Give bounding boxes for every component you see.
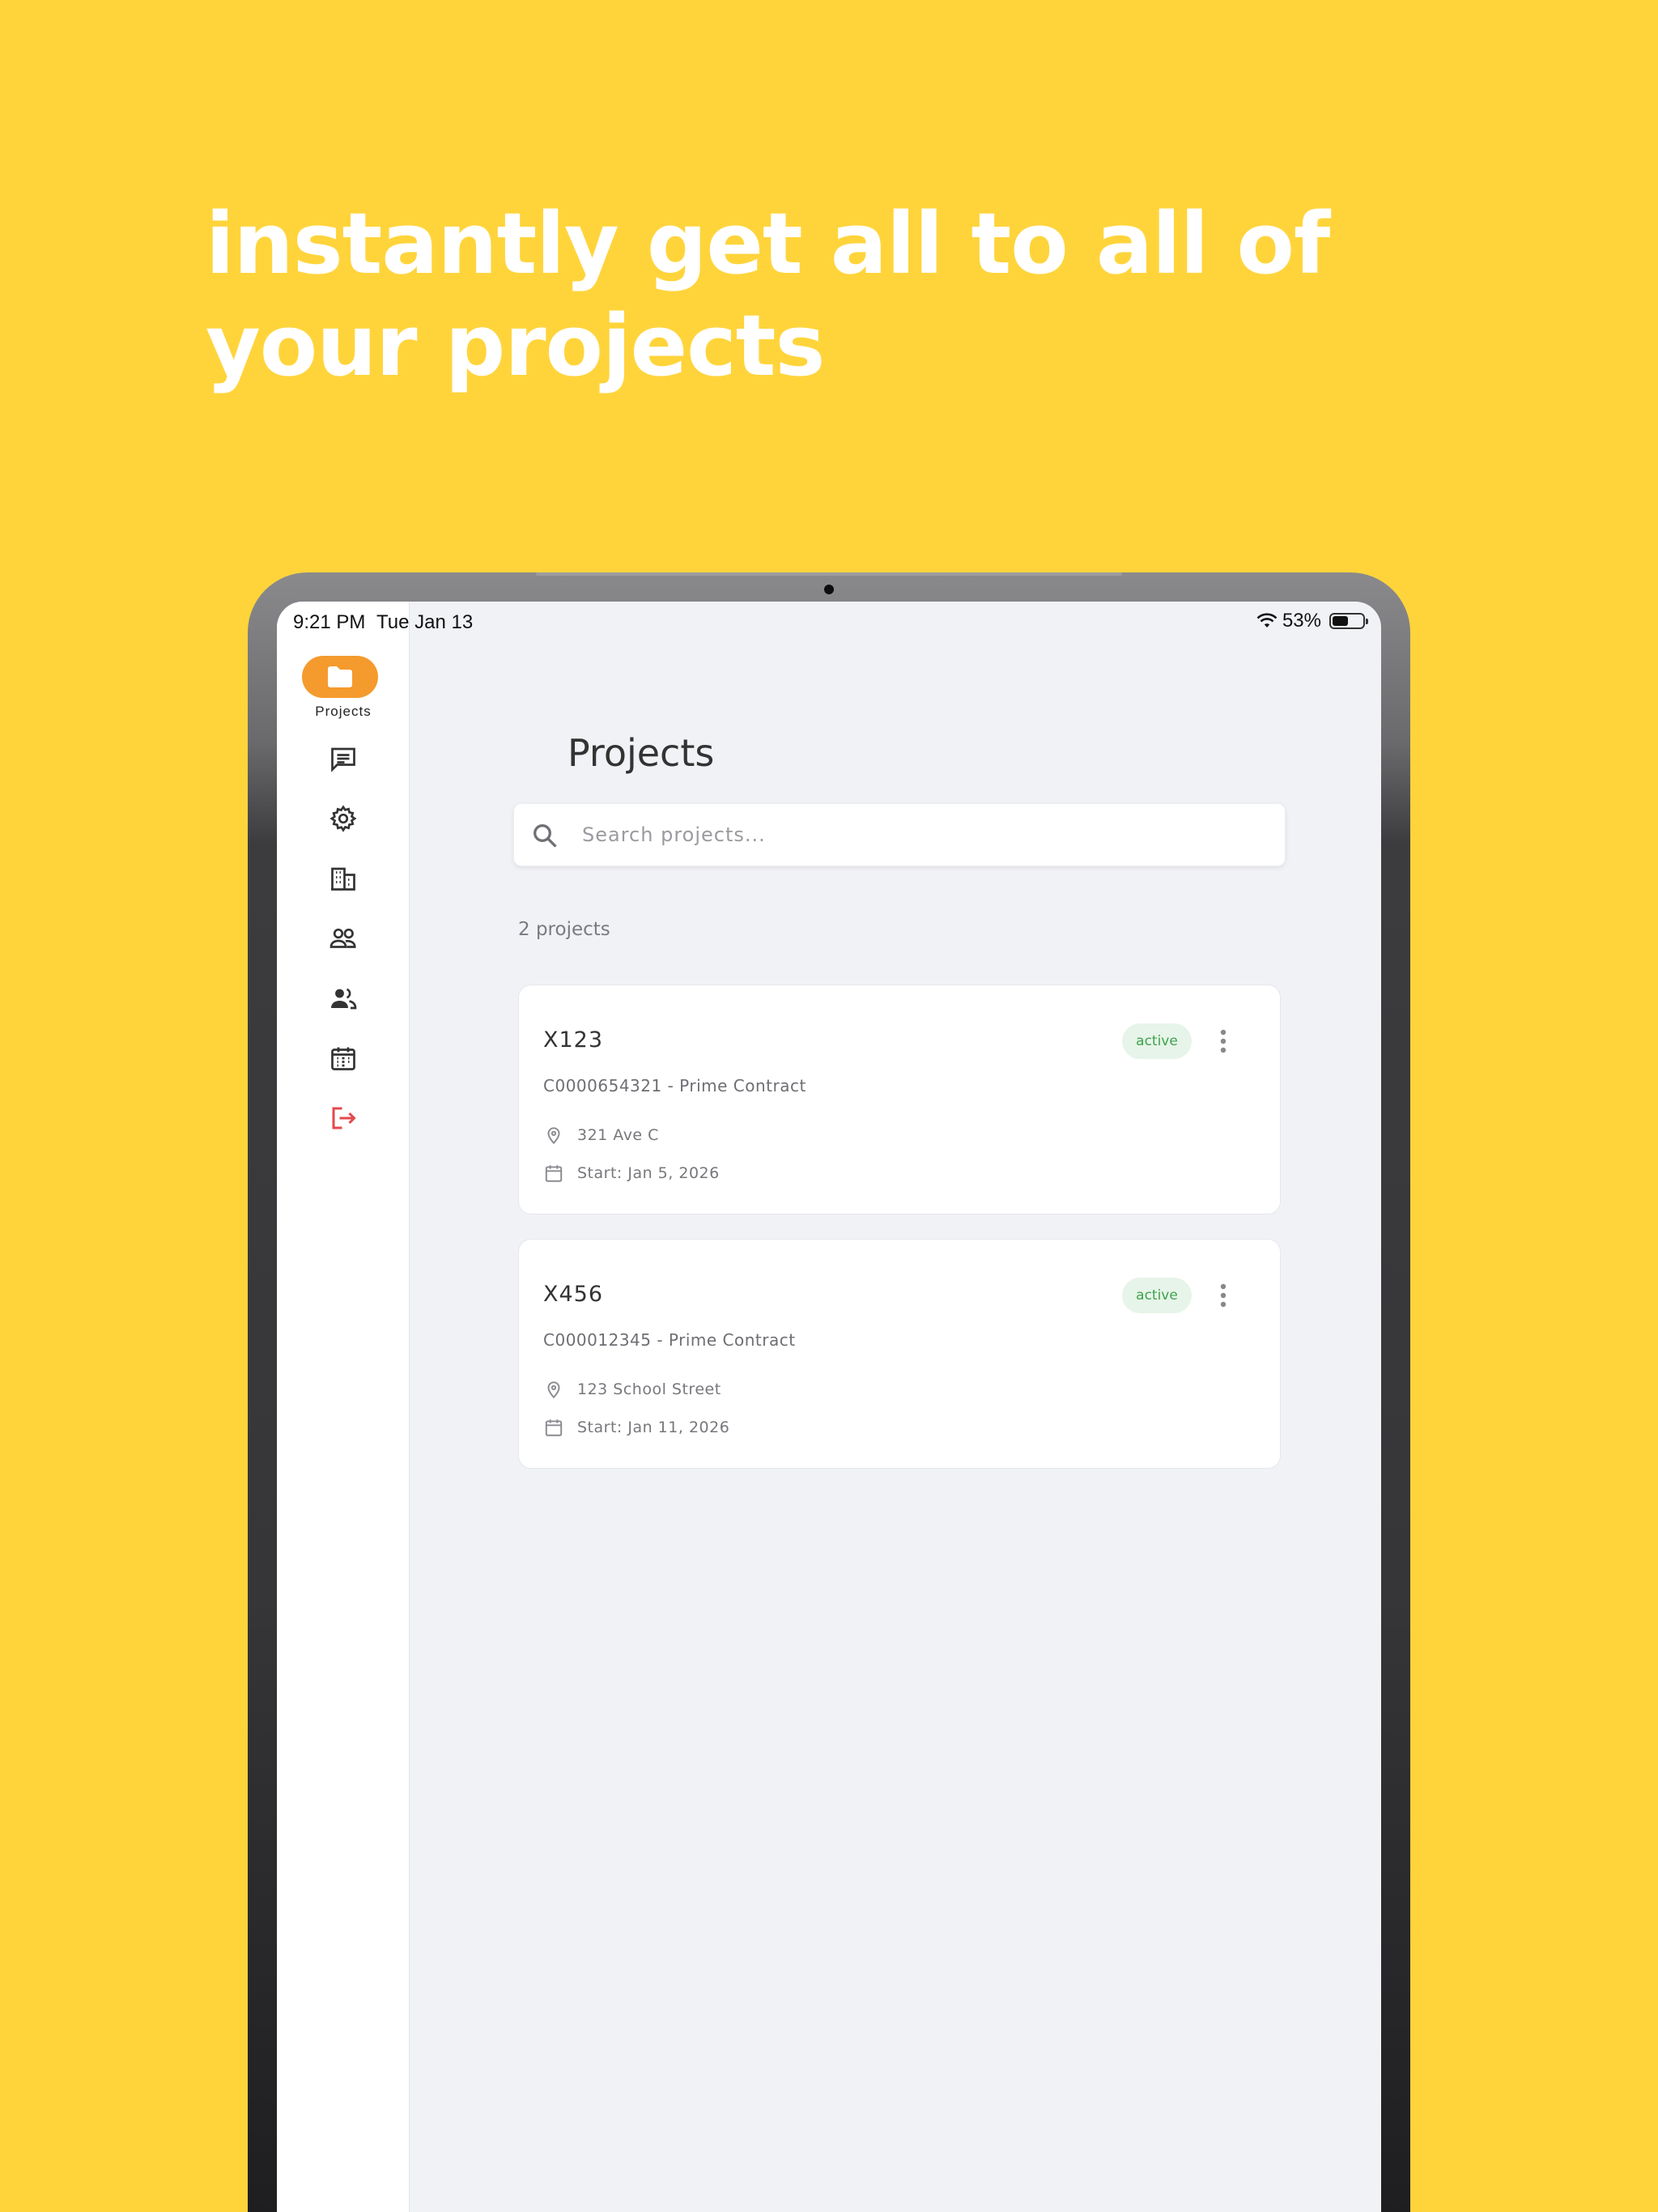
tablet-frame: Projects 9:21 PM Tue Jan 13 53% Projects… [248,572,1410,2212]
app-screen: Projects 9:21 PM Tue Jan 13 53% Projects… [277,602,1381,2212]
project-name: X123 [543,1027,604,1053]
people-icon [331,988,357,1010]
search-bar [513,803,1286,866]
device-edge [536,572,1122,576]
folder-icon [328,666,352,687]
status-date: Tue Jan 13 [376,611,474,633]
project-address-row: 123 School Street [543,1379,721,1400]
project-contract: C000012345 - Prime Contract [543,1330,796,1350]
location-pin-icon [547,1381,560,1399]
status-time: 9:21 PM [293,611,366,633]
project-address: 123 School Street [577,1380,721,1398]
battery-level [1333,616,1349,626]
gear-icon [329,805,357,832]
sidebar-item-settings[interactable] [319,794,368,843]
project-address: 321 Ave C [577,1126,659,1144]
status-indicators: 53% [1256,610,1368,632]
project-start-row: Start: Jan 5, 2026 [543,1163,720,1184]
messages-icon [331,747,355,772]
project-card[interactable]: X456 C000012345 - Prime Contract active … [518,1239,1281,1469]
project-start-date: Start: Jan 11, 2026 [577,1419,730,1436]
more-options-button[interactable] [1207,1276,1239,1315]
calendar-icon [331,1047,355,1070]
more-options-button[interactable] [1207,1022,1239,1061]
sidebar-item-companies[interactable] [319,854,368,903]
sidebar-item-messages[interactable] [319,734,368,783]
calendar-small-icon [545,1419,563,1436]
project-start-date: Start: Jan 5, 2026 [577,1164,720,1182]
more-vertical-icon [1220,1283,1226,1308]
search-icon [534,824,557,848]
status-badge: active [1122,1023,1192,1059]
battery-percent: 53% [1282,610,1321,632]
wifi-icon [1256,613,1278,627]
project-count: 2 projects [518,919,610,940]
status-bar: 9:21 PM Tue Jan 13 53% [277,602,1381,644]
more-vertical-icon [1220,1029,1226,1053]
project-start-row: Start: Jan 11, 2026 [543,1417,729,1438]
sidebar-item-calendar[interactable] [319,1034,368,1083]
status-badge: active [1122,1278,1192,1313]
headline: instantly get all to all of your project… [206,194,1330,395]
logout-icon [332,1107,356,1129]
project-name: X456 [543,1282,604,1307]
sidebar-item-team[interactable] [319,914,368,963]
team-icon [329,928,356,948]
camera-dot [824,585,834,594]
sidebar-item-people[interactable] [319,974,368,1023]
sidebar-item-logout[interactable] [319,1094,368,1142]
battery-icon [1329,613,1368,629]
search-input[interactable] [582,804,1262,866]
sidebar-item-projects[interactable] [302,656,378,698]
sidebar-item-label: Projects [315,704,372,719]
project-contract: C0000654321 - Prime Contract [543,1076,806,1095]
sidebar: Projects [277,602,410,2212]
calendar-small-icon [545,1165,563,1182]
project-address-row: 321 Ave C [543,1125,659,1146]
building-icon [331,867,355,891]
location-pin-icon [547,1127,560,1145]
page-title: Projects [568,731,715,775]
project-card[interactable]: X123 C0000654321 - Prime Contract active… [518,985,1281,1214]
